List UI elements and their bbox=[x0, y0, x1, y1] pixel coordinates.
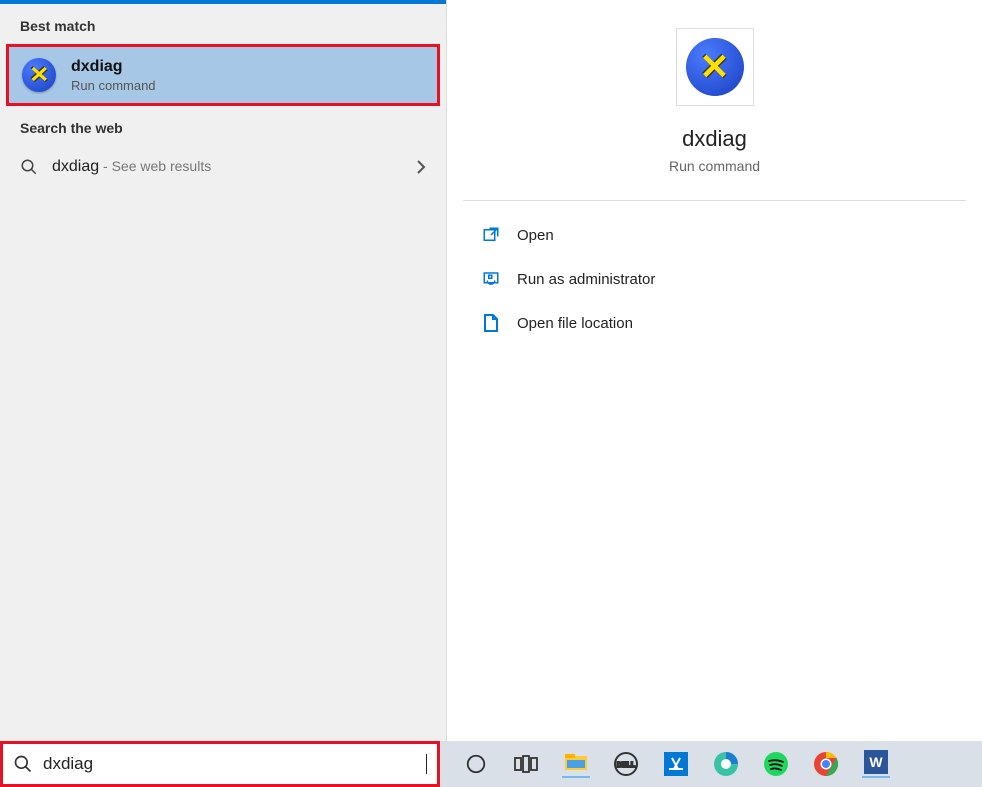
taskbar-apps: DELL W bbox=[462, 750, 890, 778]
chrome-icon[interactable] bbox=[812, 750, 840, 778]
hero-section: ✕ dxdiag Run command bbox=[463, 28, 966, 201]
task-view-icon[interactable] bbox=[512, 750, 540, 778]
web-result-title: dxdiag bbox=[52, 158, 99, 175]
search-web-header: Search the web bbox=[0, 106, 446, 146]
dxdiag-icon: ✕ bbox=[21, 57, 57, 93]
search-icon bbox=[20, 158, 38, 176]
action-label: Open bbox=[517, 227, 554, 244]
result-subtitle: Run command bbox=[71, 78, 156, 93]
preview-panel: ✕ dxdiag Run command Open Run as adminis… bbox=[446, 0, 982, 741]
taskbar: DELL W bbox=[0, 741, 982, 787]
spotify-icon[interactable] bbox=[762, 750, 790, 778]
search-icon bbox=[13, 754, 33, 774]
chevron-right-icon bbox=[416, 159, 426, 175]
hero-icon: ✕ bbox=[676, 28, 754, 106]
action-label: Run as administrator bbox=[517, 271, 655, 288]
action-run-admin[interactable]: Run as administrator bbox=[477, 259, 952, 299]
taskbar-searchbox[interactable] bbox=[0, 741, 440, 787]
svg-text:W: W bbox=[869, 754, 883, 770]
dell-icon[interactable]: DELL bbox=[612, 750, 640, 778]
word-icon[interactable]: W bbox=[862, 750, 890, 778]
edge-icon[interactable] bbox=[712, 750, 740, 778]
cortana-icon[interactable] bbox=[462, 750, 490, 778]
best-match-header: Best match bbox=[0, 4, 446, 44]
svg-text:DELL: DELL bbox=[617, 762, 636, 769]
app-store-icon[interactable] bbox=[662, 750, 690, 778]
best-match-result[interactable]: ✕ dxdiag Run command bbox=[6, 44, 440, 106]
hero-title: dxdiag bbox=[682, 126, 747, 152]
file-explorer-icon[interactable] bbox=[562, 750, 590, 778]
action-open[interactable]: Open bbox=[477, 215, 952, 255]
action-open-location[interactable]: Open file location bbox=[477, 303, 952, 343]
search-input[interactable] bbox=[43, 754, 427, 774]
hero-subtitle: Run command bbox=[669, 158, 760, 174]
action-label: Open file location bbox=[517, 315, 633, 332]
search-results-panel: Best match ✕ dxdiag Run command Search t… bbox=[0, 0, 446, 741]
result-text: dxdiag Run command bbox=[71, 58, 156, 93]
web-result-subtitle: - See web results bbox=[99, 158, 211, 174]
admin-shield-icon bbox=[481, 269, 501, 289]
actions-list: Open Run as administrator Open file loca… bbox=[447, 201, 982, 357]
result-title: dxdiag bbox=[71, 58, 156, 76]
open-icon bbox=[481, 225, 501, 245]
folder-location-icon bbox=[481, 313, 501, 333]
web-result-item[interactable]: dxdiag - See web results bbox=[0, 146, 446, 188]
